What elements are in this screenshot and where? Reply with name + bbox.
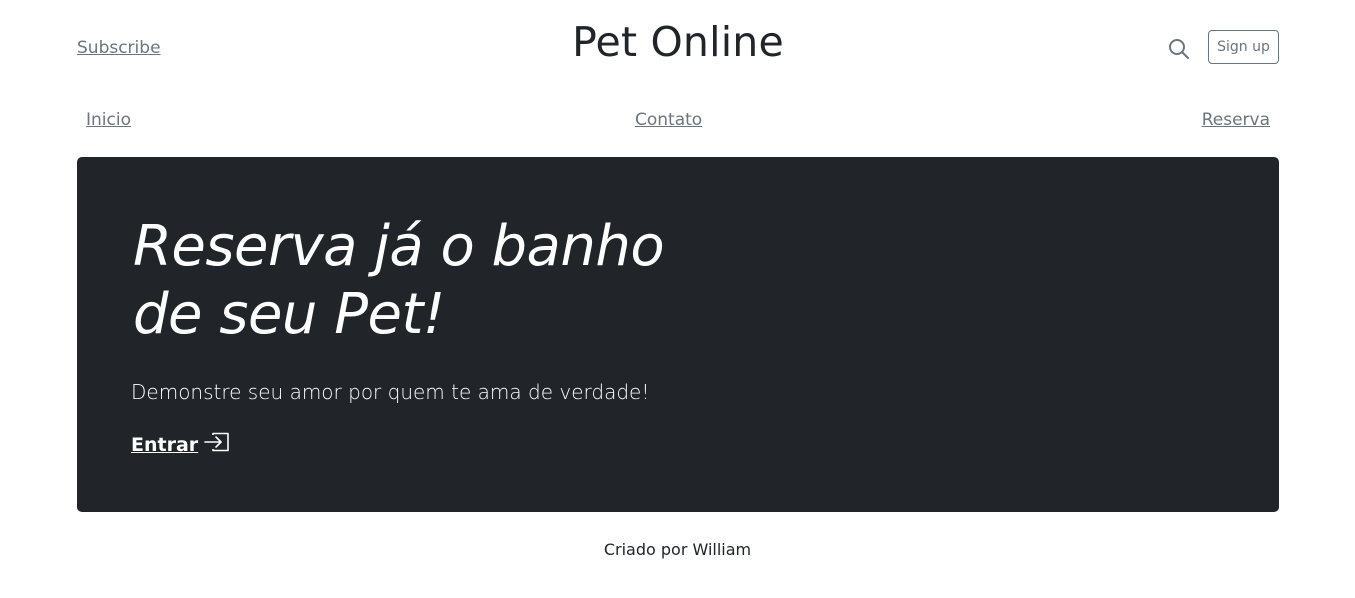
enter-link[interactable]: Entrar (131, 431, 230, 458)
hero-lead: Demonstre seu amor por quem te ama de ve… (131, 380, 650, 404)
hero-title: Reserva já o banho de seu Pet! (133, 213, 693, 349)
enter-link-label: Entrar (131, 433, 199, 456)
hero-banner: Reserva já o banho de seu Pet! Demonstre… (77, 157, 1279, 512)
footer-credit: Criado por William (603, 540, 752, 559)
box-arrow-in-right-icon (204, 431, 230, 458)
nav-item-contato[interactable]: Contato (635, 110, 702, 130)
nav-item-reserva[interactable]: Reserva (1202, 110, 1270, 130)
signup-button[interactable]: Sign up (1208, 30, 1279, 64)
site-title: Pet Online (572, 18, 784, 66)
page: Subscribe Pet Online Sign up Inicio Cont… (0, 0, 1355, 598)
hero-title-line-1: Reserva já o banho (133, 214, 665, 279)
site-header: Subscribe Pet Online Sign up (77, 18, 1279, 76)
main-nav: Inicio Contato Reserva (86, 110, 1270, 136)
search-icon[interactable] (1167, 37, 1191, 61)
hero-title-line-2: de seu Pet! (133, 282, 445, 347)
nav-item-inicio[interactable]: Inicio (86, 110, 131, 130)
site-footer: Criado por William (0, 540, 1355, 559)
